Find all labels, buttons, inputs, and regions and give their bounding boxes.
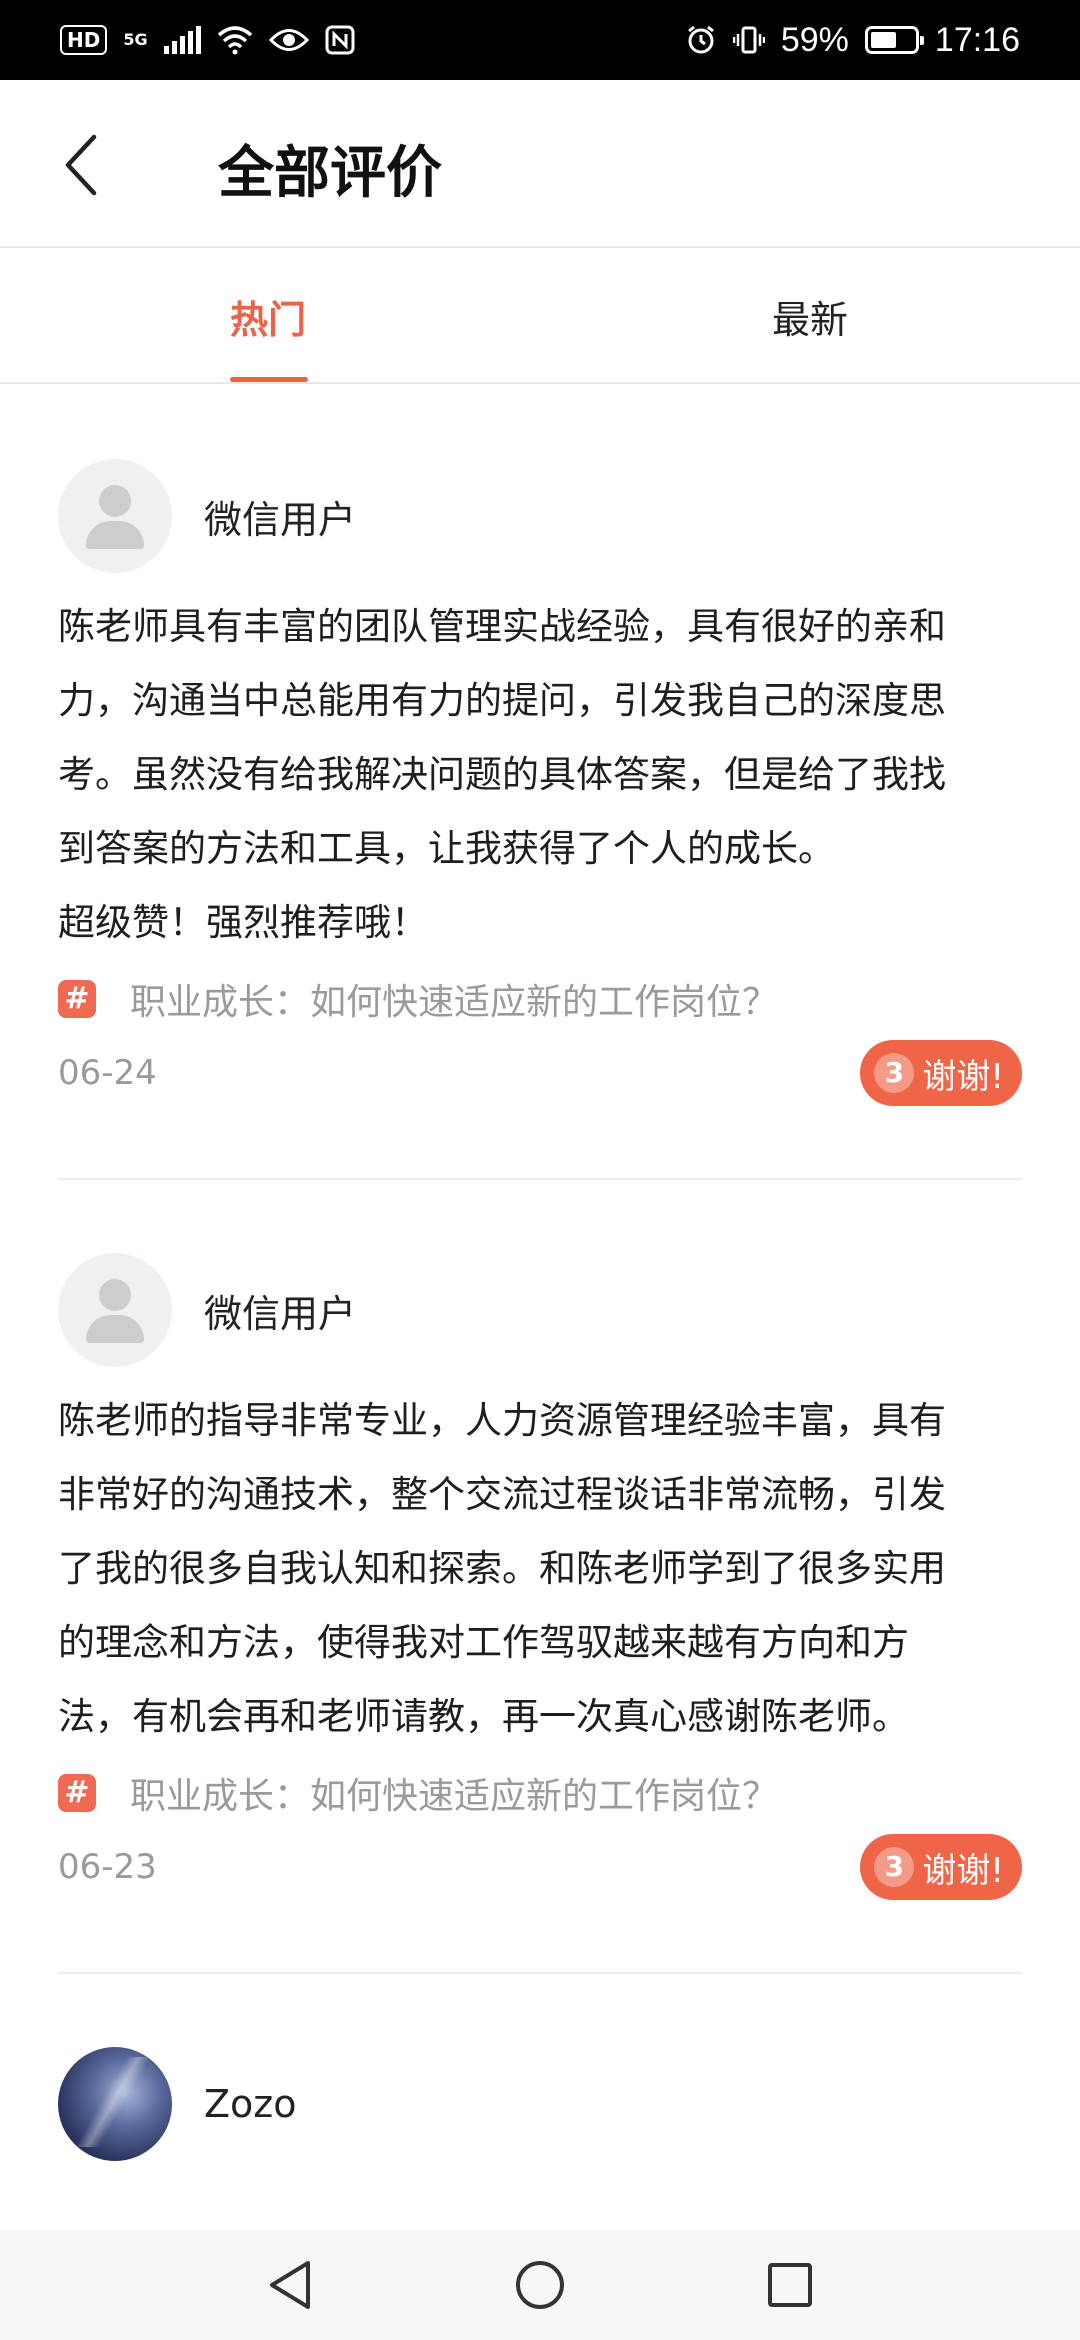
signal-icon [163,26,201,54]
app-header: 全部评价 [0,80,1080,248]
default-avatar-icon[interactable] [58,1253,172,1367]
status-left: HD 5G [60,25,355,55]
hashtag-icon: # [58,980,96,1018]
recents-square-icon [768,2263,812,2307]
topic-text: 职业成长：如何快速适应新的工作岗位？ [130,1776,779,1817]
alarm-icon [687,25,714,54]
tab-hot[interactable]: 热门 [0,248,540,384]
system-nav-bar [0,2230,1080,2340]
username[interactable]: 微信用户 [204,489,356,544]
topic-text: 职业成长：如何快速适应新的工作岗位？ [130,982,779,1023]
nav-recents-button[interactable] [760,2255,820,2315]
back-button[interactable] [50,130,110,200]
photo-avatar[interactable] [58,2047,172,2161]
network-type: 5G [123,30,148,49]
hashtag-icon: # [58,1774,96,1812]
thanks-button[interactable]: 3 谢谢! [860,1040,1022,1106]
review-card: Zozo [58,1974,1022,2162]
chevron-left-icon [65,134,97,196]
page-title: 全部评价 [218,141,442,206]
tab-bar: 热门 最新 [0,248,1080,384]
username[interactable]: Zozo [204,2082,296,2126]
default-avatar-icon[interactable] [58,459,172,573]
review-date: 06-24 [58,1053,157,1093]
wifi-icon [217,26,252,55]
status-bar: HD 5G 59% 17:16 [0,0,1080,80]
review-date: 06-23 [58,1847,157,1887]
review-meta: 06-24 3 谢谢! [58,1032,1022,1114]
eye-icon [268,29,309,51]
avatar-head [99,1279,131,1311]
clock: 17:16 [934,20,1020,59]
avatar-head [99,485,131,517]
review-content: 陈老师的指导非常专业，人力资源管理经验丰富，具有 非常好的沟通技术，整个交流过程… [58,1399,946,1738]
thanks-button[interactable]: 3 谢谢! [860,1834,1022,1900]
hd-badge: HD [60,25,108,55]
thanks-count: 3 [874,1847,915,1887]
tab-latest[interactable]: 最新 [540,248,1080,384]
active-tab-indicator [230,377,308,382]
screen: HD 5G 59% 17:16 全部评价 热门 最新 微信用户 陈老师具有丰富的… [0,0,1080,2340]
thanks-label: 谢谢! [922,1056,1004,1097]
nav-home-button[interactable] [510,2255,570,2315]
home-circle-icon [516,2261,564,2309]
battery-icon [864,26,924,54]
topic-link[interactable]: # 职业成长：如何快速适应新的工作岗位？ [58,1760,1022,1826]
review-content: 陈老师具有丰富的团队管理实战经验，具有很好的亲和 力，沟通当中总能用有力的提问，… [58,605,946,944]
nav-back-button[interactable] [260,2255,320,2315]
review-meta: 06-23 3 谢谢! [58,1826,1022,1908]
review-card: 微信用户 陈老师的指导非常专业，人力资源管理经验丰富，具有 非常好的沟通技术，整… [58,1180,1022,1974]
avatar-body [86,1315,144,1343]
review-user-row: 微信用户 [58,458,1022,574]
status-right: 59% 17:16 [685,21,1020,60]
battery-percent: 59% [780,20,849,59]
avatar-body [86,521,144,549]
review-user-row: 微信用户 [58,1252,1022,1368]
review-user-row: Zozo [58,2046,1022,2162]
battery-fill [870,32,896,48]
thanks-count: 3 [874,1053,915,1093]
thanks-label: 谢谢! [922,1850,1004,1891]
vibrate-icon [732,26,765,54]
topic-link[interactable]: # 职业成长：如何快速适应新的工作岗位？ [58,966,1022,1032]
review-card: 微信用户 陈老师具有丰富的团队管理实战经验，具有很好的亲和 力，沟通当中总能用有… [58,386,1022,1180]
review-list[interactable]: 微信用户 陈老师具有丰富的团队管理实战经验，具有很好的亲和 力，沟通当中总能用有… [0,386,1080,2162]
username[interactable]: 微信用户 [204,1283,356,1338]
back-triangle-icon [270,2261,310,2309]
nfc-icon [325,25,355,55]
